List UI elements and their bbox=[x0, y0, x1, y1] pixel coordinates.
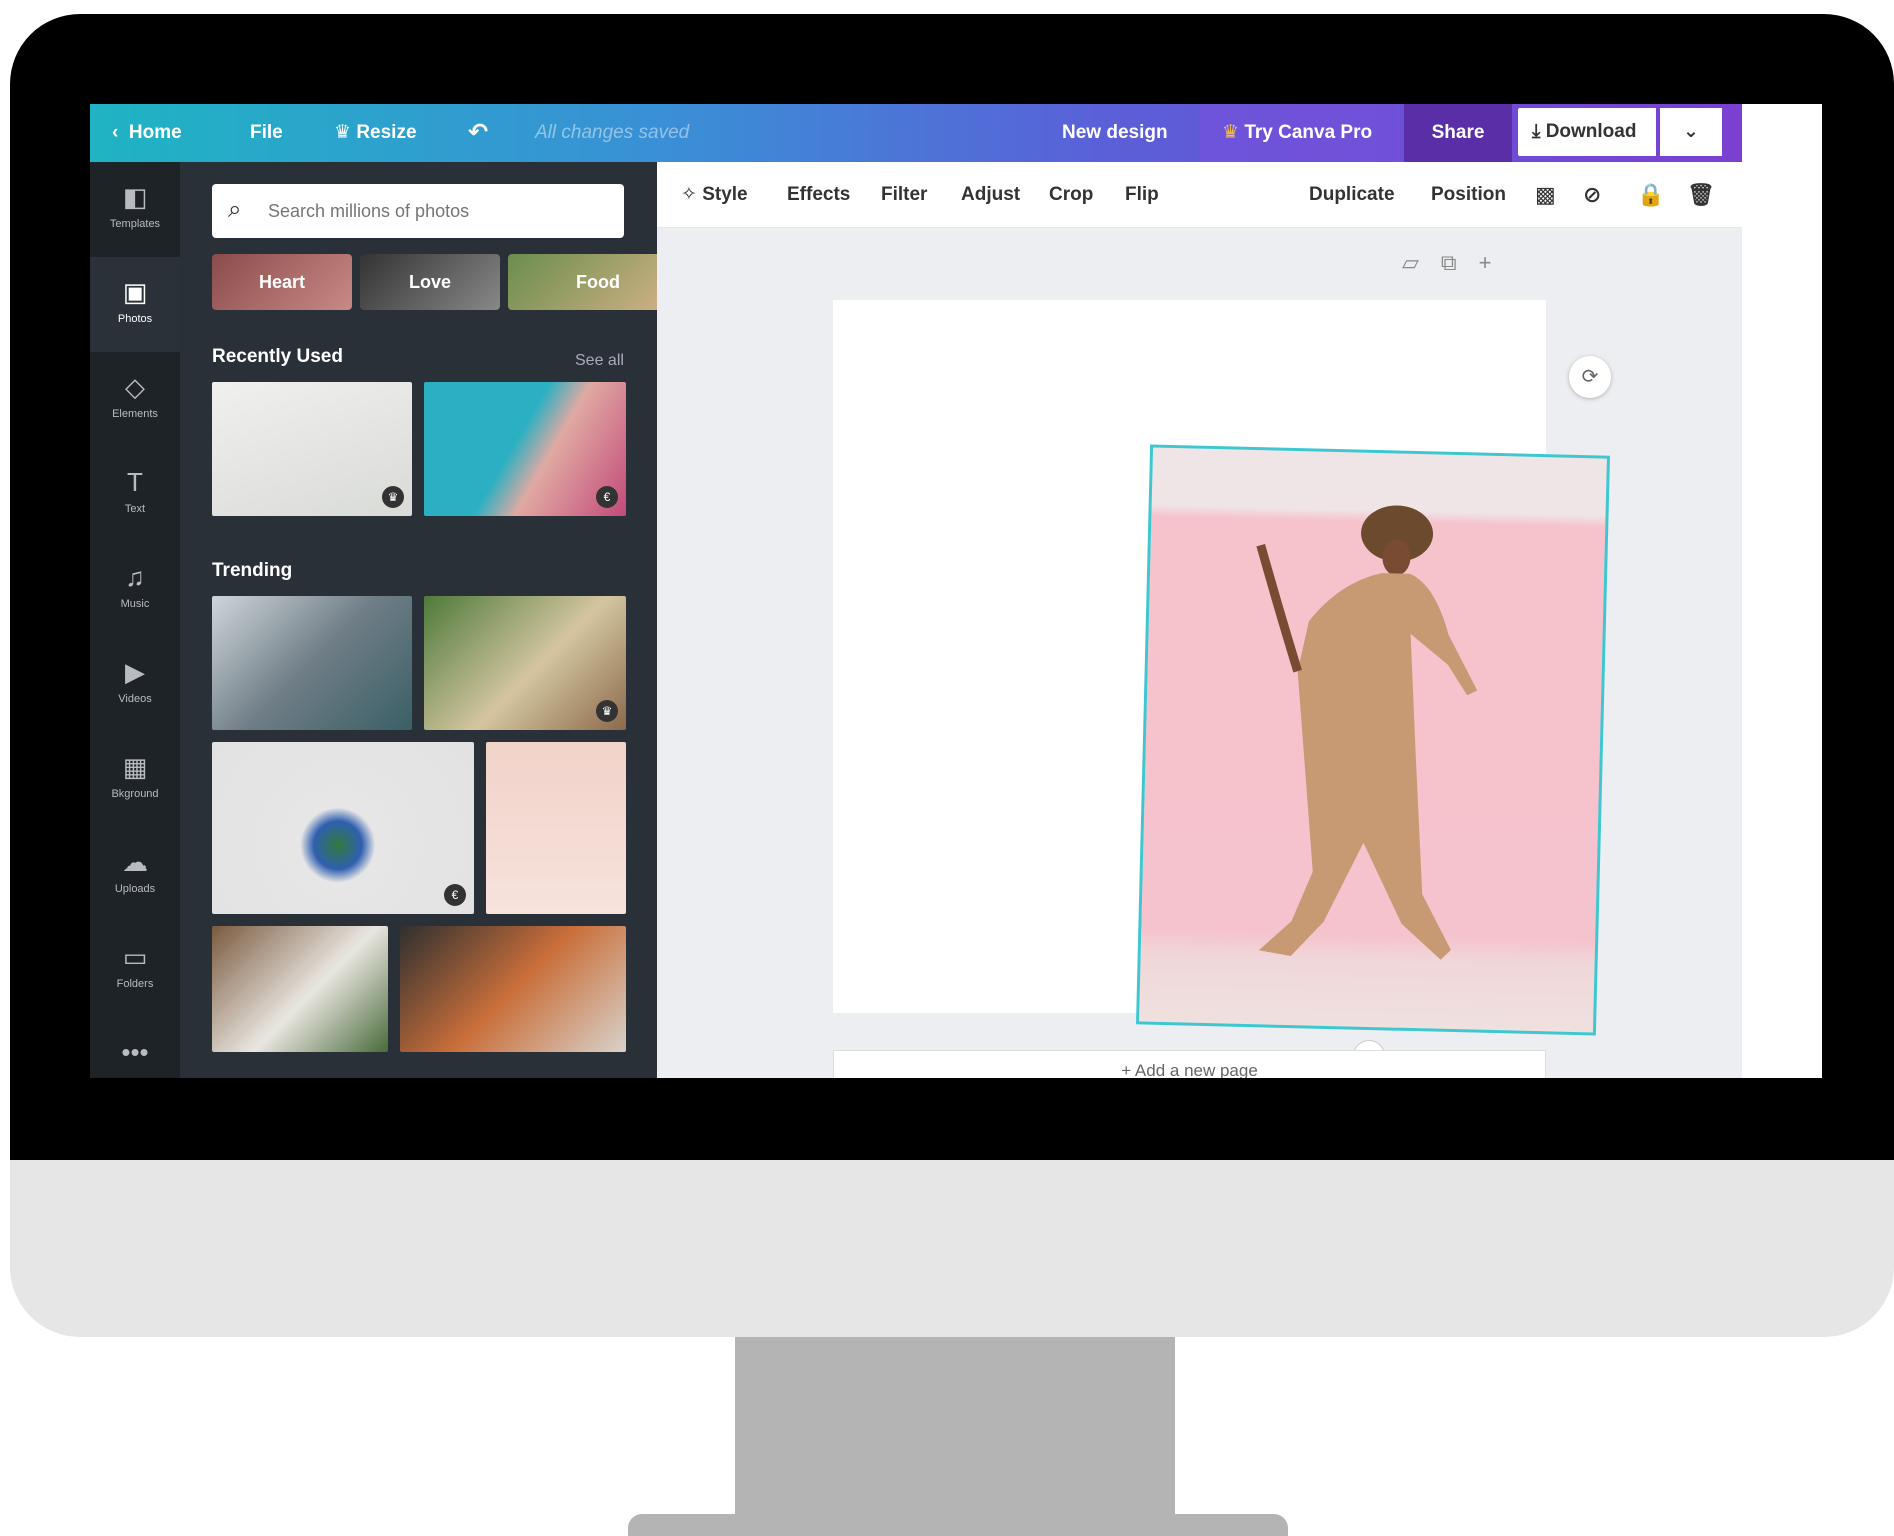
search-box[interactable]: ⌕ bbox=[212, 184, 624, 238]
rail-item-label: Text bbox=[124, 503, 146, 515]
add-new-page-button[interactable]: + Add a new page bbox=[833, 1050, 1546, 1078]
undo-icon[interactable]: ↶ bbox=[468, 104, 488, 162]
templates-icon: ◧ bbox=[122, 182, 148, 212]
rail-item-uploads[interactable]: ☁ Uploads bbox=[90, 827, 180, 922]
download-options-dropdown[interactable]: ⌄ bbox=[1660, 108, 1722, 156]
more-icon: ••• bbox=[121, 1037, 149, 1067]
rail-item-bkground[interactable]: ▦ Bkground bbox=[90, 732, 180, 827]
download-icon: ⤓ bbox=[1532, 121, 1546, 142]
monitor-base bbox=[628, 1514, 1288, 1536]
search-input[interactable] bbox=[268, 196, 608, 226]
app-screen: ‹ Home File ♛ Resize ↶ All changes saved… bbox=[90, 104, 1822, 1078]
copy-page-icon[interactable]: ⧉ bbox=[1441, 250, 1479, 275]
background-icon: ▦ bbox=[122, 752, 148, 782]
sparkle-icon: ✧ bbox=[681, 184, 703, 205]
canvas-workspace: ▱⧉+ ⟲ ⟳ + Add a new page bbox=[657, 228, 1742, 1078]
adjust-button[interactable]: Adjust bbox=[961, 162, 1020, 228]
photo-thumbnail[interactable] bbox=[486, 742, 626, 914]
side-rail: ◧ Templates ▣ Photos ◇ Elements T Text ♫ Music ▶ Vi… bbox=[90, 162, 180, 1078]
photo-thumbnail[interactable] bbox=[212, 926, 388, 1052]
right-margin bbox=[1742, 104, 1822, 1078]
photos-icon: ▣ bbox=[122, 277, 148, 307]
top-bar: ‹ Home File ♛ Resize ↶ All changes saved… bbox=[90, 104, 1742, 162]
rail-item-music[interactable]: ♫ Music bbox=[90, 542, 180, 637]
photo-thumbnail[interactable]: ♛ bbox=[424, 596, 626, 730]
rail-item-more[interactable]: ••• bbox=[90, 1017, 180, 1078]
refresh-icon[interactable]: ⟳ bbox=[1569, 356, 1611, 398]
photo-thumbnail[interactable] bbox=[400, 926, 626, 1052]
rail-item-videos[interactable]: ▶ Videos bbox=[90, 637, 180, 732]
uploads-icon: ☁ bbox=[122, 847, 148, 877]
recently-used-heading: Recently Used bbox=[212, 346, 343, 367]
crown-icon: ♛ bbox=[334, 122, 357, 143]
download-button[interactable]: ⤓ Download bbox=[1518, 108, 1656, 156]
monitor-stand bbox=[735, 1337, 1175, 1517]
rail-item-label: Elements bbox=[112, 408, 158, 420]
folders-icon: ▭ bbox=[122, 942, 148, 972]
music-icon: ♫ bbox=[125, 562, 145, 592]
chevron-left-icon: ‹ bbox=[112, 122, 129, 143]
selected-photo[interactable] bbox=[1135, 444, 1611, 1036]
see-all-link[interactable]: See all bbox=[575, 352, 624, 370]
lock-icon[interactable]: 🔒 bbox=[1637, 162, 1664, 228]
effects-button[interactable]: Effects bbox=[787, 162, 850, 228]
trash-icon[interactable]: 🗑 bbox=[1687, 162, 1715, 228]
duplicate-button[interactable]: Duplicate bbox=[1309, 162, 1395, 228]
position-button[interactable]: Position bbox=[1431, 162, 1506, 228]
rail-item-templates[interactable]: ◧ Templates bbox=[90, 162, 180, 257]
note-icon[interactable]: ▱ bbox=[1402, 250, 1441, 275]
info-icon: € bbox=[596, 486, 618, 508]
elements-icon: ◇ bbox=[125, 372, 145, 402]
design-page[interactable]: ⟲ bbox=[833, 300, 1611, 1072]
rail-item-photos[interactable]: ▣ Photos bbox=[90, 257, 180, 352]
share-button[interactable]: Share bbox=[1404, 104, 1512, 162]
editor-toolbar: ✧ Style Effects Filter Adjust Crop Flip … bbox=[657, 162, 1742, 228]
file-menu[interactable]: File bbox=[250, 104, 283, 162]
crown-icon: ♛ bbox=[1222, 122, 1245, 143]
rail-item-folders[interactable]: ▭ Folders bbox=[90, 922, 180, 1017]
rail-item-label: Templates bbox=[109, 218, 161, 230]
rail-item-label: Music bbox=[120, 598, 150, 610]
chevron-down-icon: ⌄ bbox=[1683, 121, 1699, 142]
link-icon[interactable]: ⊘ bbox=[1583, 162, 1601, 228]
flip-button[interactable]: Flip bbox=[1125, 162, 1159, 228]
rail-item-elements[interactable]: ◇ Elements bbox=[90, 352, 180, 447]
dancer-figure bbox=[1256, 505, 1478, 960]
crown-icon: ♛ bbox=[382, 486, 404, 508]
crown-icon: ♛ bbox=[596, 700, 618, 722]
resize-button[interactable]: ♛ Resize bbox=[334, 104, 417, 162]
photo-thumbnail[interactable]: € bbox=[212, 742, 474, 914]
photo-thumbnail[interactable] bbox=[212, 596, 412, 730]
rail-item-label: Photos bbox=[117, 313, 153, 325]
chip-love[interactable]: Love bbox=[360, 254, 500, 310]
home-button[interactable]: ‹ Home bbox=[112, 104, 182, 162]
rail-item-label: Bkground bbox=[111, 788, 159, 800]
rail-item-text[interactable]: T Text bbox=[90, 447, 180, 542]
save-status: All changes saved bbox=[535, 122, 690, 143]
text-icon: T bbox=[127, 467, 143, 497]
search-icon: ⌕ bbox=[228, 196, 242, 223]
rail-item-label: Folders bbox=[116, 978, 154, 990]
filter-button[interactable]: Filter bbox=[881, 162, 927, 228]
videos-icon: ▶ bbox=[125, 657, 145, 687]
new-design-button[interactable]: New design bbox=[1062, 104, 1168, 162]
photo-thumbnail[interactable]: ♛ bbox=[212, 382, 412, 516]
transparency-icon[interactable]: ▩ bbox=[1535, 162, 1556, 228]
crop-button[interactable]: Crop bbox=[1049, 162, 1093, 228]
rail-item-label: Videos bbox=[118, 693, 152, 705]
page-actions: ▱⧉+ bbox=[1402, 250, 1514, 276]
add-page-icon[interactable]: + bbox=[1479, 250, 1514, 275]
trending-heading: Trending bbox=[212, 560, 293, 581]
rail-item-label: Uploads bbox=[114, 883, 156, 895]
info-icon: € bbox=[444, 884, 466, 906]
photo-thumbnail[interactable]: € bbox=[424, 382, 626, 516]
chip-heart[interactable]: Heart bbox=[212, 254, 352, 310]
style-button[interactable]: ✧ Style bbox=[681, 162, 748, 228]
monitor-chin bbox=[10, 1160, 1894, 1337]
try-canva-pro-button[interactable]: ♛ Try Canva Pro bbox=[1200, 104, 1400, 162]
